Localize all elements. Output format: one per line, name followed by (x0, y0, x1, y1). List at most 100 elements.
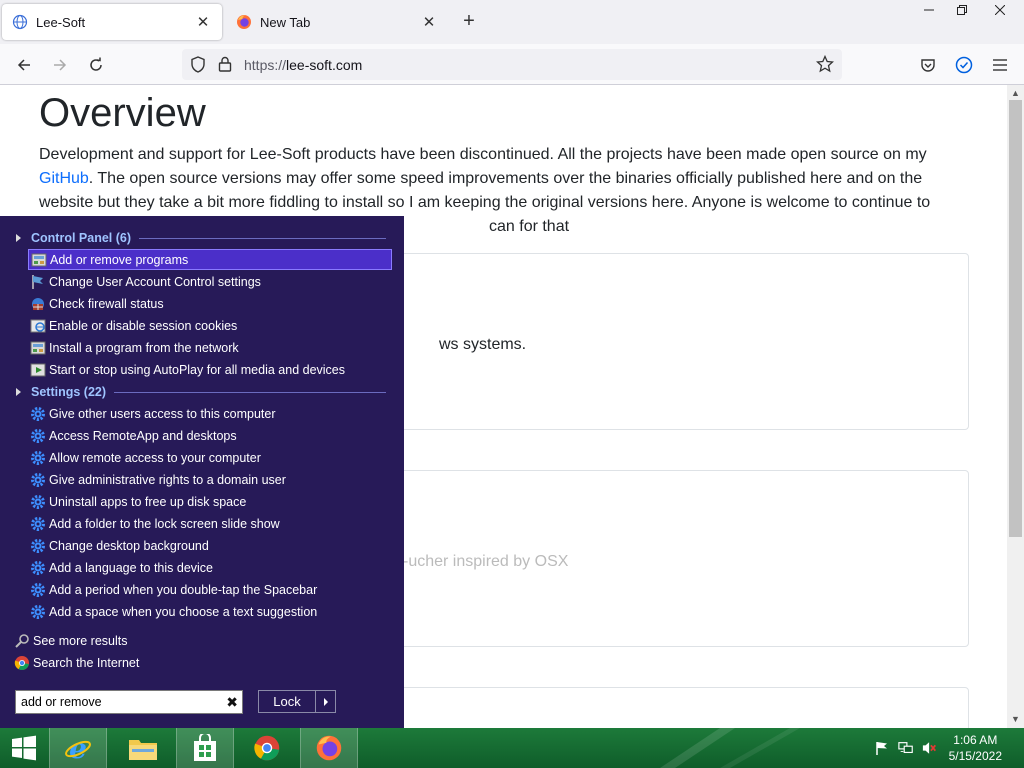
search-result-item[interactable]: Enable or disable session cookies (28, 315, 392, 336)
divider (114, 391, 386, 393)
search-result-item[interactable]: Add a language to this device (28, 557, 392, 578)
pocket-icon (921, 59, 935, 72)
search-result-item[interactable]: Change desktop background (28, 535, 392, 556)
gear-icon (30, 560, 46, 576)
search-result-item[interactable]: Add a folder to the lock screen slide sh… (28, 513, 392, 534)
file-explorer-icon (129, 740, 157, 760)
back-button[interactable] (10, 51, 38, 79)
close-window-button[interactable] (983, 0, 1017, 20)
chevron-right-icon (323, 697, 328, 706)
taskbar-firefox[interactable] (300, 728, 358, 768)
search-result-item[interactable]: Allow remote access to your computer (28, 447, 392, 468)
result-label: Change desktop background (49, 538, 209, 553)
search-input[interactable] (21, 694, 211, 710)
url-protocol: https:// (244, 57, 287, 73)
restore-icon (957, 5, 967, 15)
address-bar[interactable]: https://lee-soft.com (182, 49, 842, 80)
forward-button[interactable] (46, 51, 74, 79)
result-label: Start or stop using AutoPlay for all med… (49, 362, 345, 377)
card-text: ws systems. (439, 336, 527, 353)
start-button[interactable] (0, 728, 48, 768)
taskbar-store[interactable] (176, 728, 234, 768)
account-sync-button[interactable] (950, 51, 978, 79)
new-tab-button[interactable]: + (458, 11, 480, 33)
tracking-protection-icon[interactable] (190, 56, 206, 78)
close-icon[interactable]: ✕ (420, 13, 438, 31)
clear-search-icon[interactable]: ✖ (226, 694, 238, 711)
search-result-item[interactable]: Install a program from the network (28, 337, 392, 358)
scroll-up-icon[interactable]: ▲ (1011, 88, 1020, 98)
group-label: Control Panel (6) (31, 231, 132, 245)
group-header-settings[interactable]: Settings (22) (16, 383, 386, 401)
group-header-control-panel[interactable]: Control Panel (6) (16, 229, 386, 247)
tab-new-tab[interactable]: New Tab ✕ (226, 4, 448, 40)
volume-muted-icon[interactable] (922, 740, 938, 756)
network-icon[interactable] (898, 740, 914, 756)
gear-icon (30, 538, 46, 554)
taskbar-wallpaper-streaks (660, 728, 800, 768)
result-label: Uninstall apps to free up disk space (49, 494, 247, 509)
restore-button[interactable] (945, 0, 979, 20)
uac-flag-icon (30, 274, 46, 290)
magnifier-icon (14, 633, 30, 649)
intro-text-continued: . The open source versions may offer som… (39, 170, 931, 211)
hamburger-icon (993, 59, 1007, 71)
action-center-flag-icon[interactable] (874, 740, 890, 756)
divider (139, 237, 386, 239)
search-result-item[interactable]: Give other users access to this computer (28, 403, 392, 424)
start-menu: Control Panel (6) Add or remove programs… (0, 216, 404, 728)
result-label: Give administrative rights to a domain u… (49, 472, 286, 487)
taskbar-chrome[interactable] (238, 728, 296, 768)
search-result-item[interactable]: Uninstall apps to free up disk space (28, 491, 392, 512)
scrollbar-thumb[interactable] (1009, 100, 1022, 537)
taskbar: e 1:06 AM 5/15/2022 (0, 728, 1024, 768)
result-label: Access RemoteApp and desktops (49, 428, 237, 443)
search-result-item[interactable]: Check firewall status (28, 293, 392, 314)
reload-button[interactable] (82, 51, 110, 79)
search-result-item[interactable]: Add or remove programs (28, 249, 392, 270)
power-options-arrow-button[interactable] (315, 690, 336, 713)
clock-date: 5/15/2022 (948, 749, 1002, 763)
menu-button[interactable] (986, 51, 1014, 79)
chrome-icon (254, 735, 280, 761)
result-label: Check firewall status (49, 296, 164, 311)
url-host: lee-soft.com (286, 57, 363, 73)
github-link[interactable]: GitHub (39, 170, 89, 187)
reload-icon (90, 57, 102, 71)
page-scrollbar[interactable]: ▲ ▼ (1007, 85, 1024, 728)
chrome-icon (14, 655, 30, 671)
lock-button[interactable]: Lock (258, 690, 316, 713)
start-search-box[interactable]: ✖ (15, 690, 243, 714)
search-result-item[interactable]: Access RemoteApp and desktops (28, 425, 392, 446)
close-icon[interactable]: ✕ (194, 13, 212, 31)
result-label: Add a period when you double-tap the Spa… (49, 582, 318, 597)
search-result-item[interactable]: Add a space when you choose a text sugge… (28, 601, 392, 622)
see-more-results-link[interactable]: See more results (14, 631, 127, 651)
taskbar-internet-explorer[interactable]: e (49, 728, 107, 768)
minimize-icon (924, 9, 934, 11)
search-result-item[interactable]: Start or stop using AutoPlay for all med… (28, 359, 392, 380)
search-internet-link[interactable]: Search the Internet (14, 653, 139, 673)
bookmark-star-icon[interactable] (815, 54, 835, 78)
navigation-toolbar: https://lee-soft.com (0, 44, 1024, 85)
firewall-icon (30, 296, 46, 312)
taskbar-file-explorer[interactable] (114, 728, 172, 768)
gear-icon (30, 604, 46, 620)
pocket-button[interactable] (914, 51, 942, 79)
expand-arrow-icon (16, 234, 21, 242)
search-result-item[interactable]: Add a period when you double-tap the Spa… (28, 579, 392, 600)
tab-lee-soft[interactable]: Lee-Soft ✕ (2, 4, 222, 40)
result-label: Allow remote access to your computer (49, 450, 261, 465)
search-result-item[interactable]: Give administrative rights to a domain u… (28, 469, 392, 490)
lock-icon[interactable] (218, 56, 232, 77)
minimize-button[interactable] (912, 0, 946, 20)
internet-options-icon (30, 318, 46, 334)
group-label: Settings (22) (31, 385, 107, 399)
scroll-down-icon[interactable]: ▼ (1011, 714, 1020, 724)
system-clock[interactable]: 1:06 AM 5/15/2022 (949, 732, 1002, 764)
search-result-item[interactable]: Change User Account Control settings (28, 271, 392, 292)
gear-icon (30, 472, 46, 488)
close-icon (995, 5, 1005, 15)
autoplay-icon (30, 362, 46, 378)
firefox-icon (236, 14, 252, 30)
